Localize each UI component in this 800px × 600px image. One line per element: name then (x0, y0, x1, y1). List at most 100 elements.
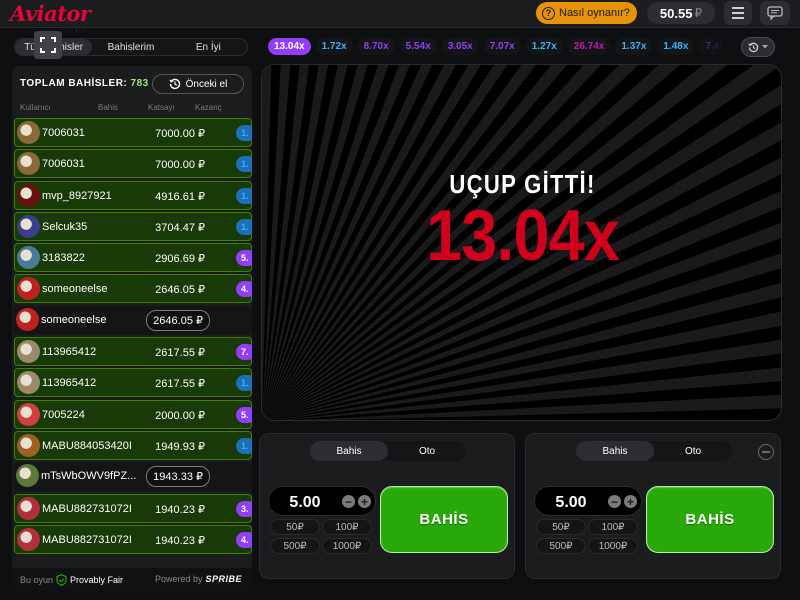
previous-hand-button[interactable]: Önceki el (152, 74, 244, 94)
bet-multiplier: 1. (236, 437, 252, 454)
chat-button[interactable] (760, 1, 790, 25)
bet-row: Selcuk35 3704.47 ₽ 1. (14, 211, 252, 241)
tab-bet[interactable]: Bahis (576, 441, 654, 461)
shield-check-icon (56, 574, 67, 586)
quick-bet-1000[interactable]: 1000₽ (322, 538, 372, 554)
stake-input[interactable]: 5.00 − + (534, 486, 642, 516)
tab-auto[interactable]: Oto (654, 441, 732, 461)
tab-auto[interactable]: Oto (388, 441, 466, 461)
bet-user: mvp_8927921 (42, 189, 112, 202)
avatar (16, 464, 39, 488)
bet-multiplier: 5. (236, 250, 252, 267)
balance-currency: ₽ (694, 6, 703, 20)
col-win: Kazanç (195, 103, 222, 112)
quick-bet-50[interactable]: 50₽ (270, 519, 320, 535)
help-icon: ? (542, 6, 555, 20)
minus-button[interactable]: − (342, 495, 355, 508)
bet-multiplier: 7. (236, 344, 252, 361)
history-multiplier[interactable]: 26.74x (567, 38, 611, 55)
tab-top[interactable]: En İyi (170, 39, 247, 55)
avatar (17, 121, 40, 144)
bet-amount: 1943.33 ₽ (146, 466, 210, 488)
bet-row: mTsWbOWV9fPZ... 1943.33 ₽ (14, 462, 252, 492)
plus-button[interactable]: + (624, 495, 637, 508)
bet-amount: 2617.55 ₽ (155, 378, 205, 391)
col-bet: Bahis (98, 103, 119, 112)
how-to-play-label: Nasıl oynanır? (559, 7, 630, 19)
game-canvas: UÇUP GİTTİ! 13.04x (261, 64, 782, 421)
quick-bet-50[interactable]: 50₽ (536, 519, 586, 535)
avatar (17, 246, 40, 270)
this-game-label: Bu oyun (20, 575, 54, 585)
stake-value[interactable]: 5.00 (269, 494, 341, 512)
quick-bet-100[interactable]: 100₽ (588, 519, 638, 535)
history-multiplier[interactable]: 3.05x (441, 38, 479, 55)
history-multiplier[interactable]: 1.72x (315, 38, 353, 55)
bet-row: mvp_8927921 4916.61 ₽ 1. (14, 180, 252, 210)
bet-user: 3183822 (42, 252, 85, 265)
avatar (17, 277, 40, 301)
history-fade (690, 36, 738, 58)
remove-bet-panel-button[interactable] (758, 444, 774, 460)
history-multiplier[interactable]: 1.37x (615, 38, 653, 55)
total-bets-label: TOPLAM BAHİSLER: (20, 78, 128, 89)
fullscreen-button[interactable] (34, 31, 62, 59)
bet-amount: 2646.05 ₽ (155, 284, 205, 297)
powered-by-label: Powered by (154, 574, 203, 584)
history-multiplier[interactable]: 1.27x (525, 38, 563, 55)
bet-row: MABU882731072I 1940.23 ₽ 3. (14, 493, 252, 523)
how-to-play-button[interactable]: ? Nasıl oynanır? (536, 2, 637, 24)
stake-value[interactable]: 5.00 (535, 494, 607, 512)
avatar (17, 183, 40, 207)
bet-user: Selcuk35 (42, 220, 88, 233)
history-multiplier[interactable]: 1.48x (657, 38, 695, 55)
bet-row: 113965412 2617.55 ₽ 7. (14, 337, 252, 367)
quick-bet-100[interactable]: 100₽ (322, 519, 372, 535)
total-bets-heading: TOPLAM BAHİSLER: 783 (20, 78, 149, 89)
avatar (17, 214, 40, 238)
all-bets-panel: TOPLAM BAHİSLER: 783 Önceki el Kullanıcı… (12, 66, 252, 590)
bet-multiplier: 4. (236, 281, 252, 298)
bets-column-headers: Kullanıcı Bahis Katsayı Kazanç (12, 103, 252, 115)
bet-multiplier: 1. (236, 187, 252, 204)
chevron-down-icon (761, 45, 768, 49)
avatar (17, 402, 40, 426)
tab-my-bets[interactable]: Bahislerim (92, 39, 169, 55)
history-multiplier[interactable]: 13.04x (268, 38, 311, 55)
history-multiplier[interactable]: 5.54x (399, 38, 437, 55)
place-bet-button[interactable]: BAHİS (380, 486, 508, 553)
quick-bet-500[interactable]: 500₽ (536, 538, 586, 554)
bet-row: someoneelse 2646.05 ₽ (14, 305, 252, 335)
hamburger-line (732, 17, 744, 19)
provably-fair-link[interactable]: Bu oyun Provably Fair (20, 574, 123, 586)
plus-button[interactable]: + (358, 495, 371, 508)
bet-user: MABU882731072I (42, 502, 132, 515)
bet-user: 7006031 (42, 127, 85, 139)
bet-user: MABU882731072I (42, 533, 132, 546)
stake-input[interactable]: 5.00 − + (268, 486, 376, 516)
bet-amount: 1949.93 ₽ (155, 440, 205, 453)
menu-button[interactable] (724, 1, 752, 25)
bet-mode-switch: Bahis Oto (310, 441, 466, 461)
tab-bet[interactable]: Bahis (310, 441, 388, 461)
panel-footer: Bu oyun Provably Fair Powered by SPRIBE (12, 568, 252, 590)
avatar (17, 152, 40, 176)
bet-amount: 1940.23 ₽ (155, 503, 205, 516)
minus-button[interactable]: − (608, 495, 621, 508)
bet-panel-1: Bahis Oto 5.00 − + 50₽ 100₽ 500₽ 1000₽ B… (259, 433, 515, 579)
quick-bet-1000[interactable]: 1000₽ (588, 538, 638, 554)
place-bet-button[interactable]: BAHİS (646, 486, 774, 553)
quick-bet-500[interactable]: 500₽ (270, 538, 320, 554)
aviator-logo[interactable]: Aviator (10, 1, 91, 26)
fullscreen-icon (40, 37, 56, 53)
spribe-logo: SPRIBE (205, 574, 242, 584)
bet-multiplier: 1. (236, 218, 252, 235)
bet-amount: 2000.00 ₽ (155, 409, 205, 422)
bet-row: MABU882731072I 1940.23 ₽ 4. (14, 524, 252, 554)
history-toggle-button[interactable] (741, 37, 775, 57)
history-multiplier[interactable]: 8.70x (357, 38, 395, 55)
history-icon (747, 42, 758, 52)
bet-amount: 1940.23 ₽ (155, 534, 205, 547)
history-multiplier[interactable]: 7.07x (483, 38, 521, 55)
bet-user: 7005224 (42, 408, 85, 421)
